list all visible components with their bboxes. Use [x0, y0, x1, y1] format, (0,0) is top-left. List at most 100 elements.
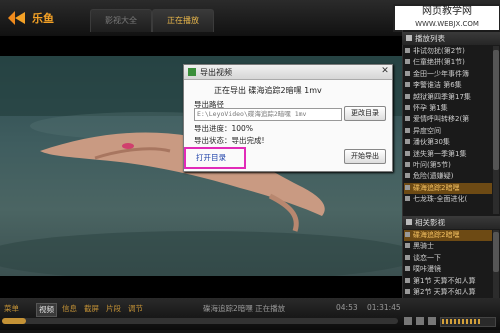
playlist-item-label: 叶问(第5节)	[413, 161, 451, 169]
playlist-item-label: 第1节 天算不如人算	[413, 276, 476, 285]
volume-level-bar	[462, 319, 464, 324]
playlist-item[interactable]: 噗咔漫镜	[404, 264, 492, 275]
bullet-icon	[405, 48, 410, 53]
bullet-icon	[405, 59, 410, 65]
playlist-item-label: 七龙珠-全面进化(	[413, 195, 468, 204]
next-icon[interactable]	[428, 317, 436, 325]
playlist-item[interactable]: 碟海追踪2暗嘿	[404, 230, 492, 242]
playlist-item[interactable]: 第2节 天算不如人算	[404, 287, 492, 298]
video-tab[interactable]: 视频	[36, 303, 57, 317]
bullet-icon	[405, 93, 410, 99]
clip-tab[interactable]: 片段	[106, 303, 121, 315]
playlist-item[interactable]: 爱情呼叫转移2(第	[404, 114, 492, 125]
bullet-icon	[405, 289, 410, 294]
playlist-item-label: 李警谁洁 第6集	[413, 81, 462, 90]
playlist-item[interactable]: 七龙珠-全面进化(	[404, 194, 492, 205]
playlist-item-label: 爱情呼叫转移2(第	[413, 115, 470, 124]
bullet-icon	[405, 266, 410, 272]
seek-bar[interactable]	[2, 318, 398, 324]
leyu-logo-icon	[8, 11, 25, 25]
related-header[interactable]: 相关影视	[402, 216, 500, 229]
playlist-header-label: 播放列表	[415, 34, 445, 43]
info-tab[interactable]: 信息	[62, 303, 77, 315]
bullet-icon	[405, 162, 410, 167]
playlist-item[interactable]: 叶问(第5节)	[404, 160, 492, 171]
playlist-item[interactable]: 潘伙第30集	[404, 137, 492, 148]
export-status-text: 正在导出 碟海追踪2暗嘿 1mv	[214, 86, 322, 95]
bullet-icon	[405, 277, 410, 283]
volume-level-bar	[458, 319, 460, 324]
volume-slider[interactable]	[440, 317, 496, 327]
playlist-item[interactable]: 危险(遗嫌疑)	[404, 171, 492, 182]
seek-progress	[2, 318, 26, 324]
related-scroll-thumb[interactable]	[493, 232, 499, 272]
bullet-icon	[405, 105, 410, 110]
export-progress-text: 导出进度：100%	[194, 124, 253, 133]
watermark-title: 网页教学网	[422, 6, 472, 17]
playlist-item-label: 谈恋一下	[413, 253, 441, 262]
bullet-icon	[405, 150, 410, 156]
volume-level-bar	[474, 319, 476, 324]
playlist-item[interactable]: 谈恋一下	[404, 253, 492, 264]
playlist-item[interactable]: 非试勿扰(第2节)	[404, 46, 492, 57]
screenshot-tab[interactable]: 截屏	[84, 303, 99, 315]
bullet-icon	[405, 139, 410, 145]
playlist-header[interactable]: 播放列表	[402, 32, 500, 45]
playlist-item[interactable]: 黑骑士	[404, 241, 492, 252]
playlist-item-label: 黑骑士	[413, 242, 434, 251]
playlist-item-label: 噗咔漫镜	[413, 265, 441, 274]
bullet-icon	[405, 196, 410, 202]
export-path-field[interactable]: E:\LeyoVideo\碟海追踪2暗嘿 1mv	[194, 108, 342, 121]
playlist-item[interactable]: 李警谁洁 第6集	[404, 80, 492, 91]
playlist-item[interactable]: 越狱第四季第17集	[404, 92, 492, 103]
playlist-item[interactable]: 金田一少年事件簿	[404, 69, 492, 80]
bullet-icon	[405, 116, 410, 122]
prev-icon[interactable]	[404, 317, 412, 325]
close-icon[interactable]: ✕	[380, 66, 390, 76]
playlist-item[interactable]: 仨童绝拼(第1节)	[404, 57, 492, 68]
open-directory-link[interactable]: 打开目录	[196, 152, 226, 163]
tab-library[interactable]: 影视大全	[90, 9, 152, 32]
export-icon	[188, 68, 196, 76]
volume-level-bar	[450, 319, 452, 324]
bullet-icon	[405, 184, 410, 190]
export-state-text: 导出状态：导出完成!	[194, 136, 265, 145]
playlist-item[interactable]: 第1节 天算不如人算	[404, 276, 492, 287]
playlist-item-label: 异度空间	[413, 126, 441, 135]
menu-tab[interactable]: 菜单	[4, 303, 19, 315]
playlist-item-label: 金田一少年事件簿	[413, 69, 469, 78]
volume-level-bar	[442, 319, 444, 324]
bullet-icon	[405, 243, 410, 249]
bullet-icon	[405, 127, 410, 133]
total-time: 01:31:45	[367, 303, 401, 312]
export-video-dialog: 导出视频 ✕ 正在导出 碟海追踪2暗嘿 1mv 导出路径 E:\LeyoVide…	[183, 64, 393, 172]
change-directory-button[interactable]: 更改目录	[344, 106, 386, 121]
playlist-item[interactable]: 迷失第一季第1集	[404, 149, 492, 160]
tab-now-playing[interactable]: 正在播放	[152, 9, 214, 32]
watermark-url: WWW.WEBJX.COM	[415, 20, 479, 28]
playlist-item-label: 仨童绝拼(第1节)	[413, 58, 465, 67]
playlist-item-label: 碟海追踪2暗嘿	[413, 183, 460, 192]
volume-level-bar	[478, 319, 480, 324]
current-time: 04:53	[336, 303, 358, 312]
playlist-item-label: 危险(遗嫌疑)	[413, 172, 454, 181]
play-icon[interactable]	[416, 317, 424, 325]
bullet-icon	[405, 254, 410, 260]
bullet-icon	[405, 173, 410, 179]
playlist-item[interactable]: 异度空间	[404, 126, 492, 137]
playlist-scroll-thumb[interactable]	[493, 50, 499, 170]
playlist-item-label: 怀孕 第1集	[413, 104, 448, 112]
start-export-button[interactable]: 开始导出	[344, 149, 386, 164]
playlist-item-label: 潘伙第30集	[413, 138, 450, 147]
playlist-item[interactable]: 碟海追踪2暗嘿	[404, 182, 492, 195]
bullet-icon	[405, 232, 410, 237]
playlist-item-label: 碟海追踪2暗嘿	[413, 231, 460, 239]
playlist-item-label: 非试勿扰(第2节)	[413, 47, 465, 55]
volume-level-bar	[446, 319, 448, 324]
watermark: 网页教学网 WWW.WEBJX.COM	[393, 4, 500, 32]
bullet-icon	[405, 82, 410, 88]
adjust-tab[interactable]: 调节	[128, 303, 143, 315]
dialog-title: 导出视频	[200, 68, 232, 77]
playlist-item[interactable]: 怀孕 第1集	[404, 103, 492, 114]
bullet-icon	[405, 70, 410, 76]
